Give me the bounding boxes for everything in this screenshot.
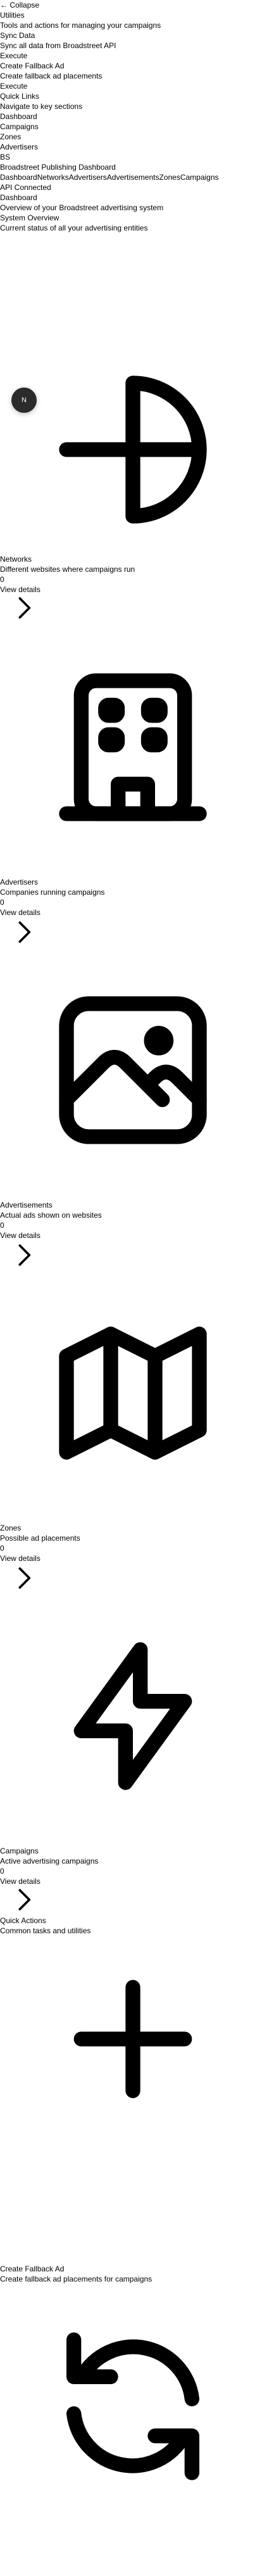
card-advertisers[interactable]: Advertisers Companies running campaigns …	[0, 877, 104, 918]
quick-links-subtitle: Navigate to key sections	[0, 102, 83, 111]
plus-icon	[44, 1950, 221, 2128]
arrow-left-icon: ←	[0, 1, 8, 9]
nav-item-advertisements[interactable]: Advertisements	[107, 173, 159, 182]
card-count: 0	[0, 898, 4, 907]
quick-action-title: Create Fallback Ad	[0, 2264, 65, 2273]
chevron-right-icon[interactable]	[11, 1565, 37, 1591]
fallback-execute-button[interactable]: Execute	[0, 81, 219, 91]
image-icon	[44, 982, 221, 1159]
quick-actions-header: Quick Actions Common tasks and utilities	[0, 1916, 90, 1936]
quick-actions-title: Quick Actions	[0, 1916, 46, 1925]
main-nav: DashboardNetworksAdvertisersAdvertisemen…	[0, 172, 219, 182]
card-title: Zones	[0, 1524, 22, 1532]
card-description: Companies running campaigns	[0, 888, 105, 897]
chevron-right-icon[interactable]	[11, 595, 37, 621]
nav-item-campaigns[interactable]: Campaigns	[180, 173, 219, 182]
view-details-link[interactable]: View details	[0, 584, 135, 595]
view-details-link[interactable]: View details	[0, 1876, 98, 1886]
quick-links-heading: Quick Links	[0, 92, 40, 101]
card-campaigns[interactable]: Campaigns Active advertising campaigns 0…	[0, 1846, 98, 1886]
view-details-link[interactable]: View details	[0, 1553, 80, 1563]
collapse-button[interactable]: ← Collapse	[0, 0, 219, 10]
building-icon	[44, 659, 221, 836]
card-description: Actual ads shown on websites	[0, 1211, 102, 1220]
card-title: Advertisers	[0, 878, 39, 887]
utilities-subtitle: Tools and actions for managing your camp…	[0, 21, 161, 30]
quick-actions-subtitle: Common tasks and utilities	[0, 1926, 91, 1935]
quick-action-description: Create fallback ad placements for campai…	[0, 2275, 153, 2283]
quick-action-fallback[interactable]: Create Fallback Ad Create fallback ad pl…	[0, 2264, 152, 2284]
view-details-link[interactable]: View details	[0, 1230, 102, 1241]
card-count: 0	[0, 1544, 4, 1553]
nav-item-zones[interactable]: Zones	[159, 173, 180, 182]
quick-link-dashboard[interactable]: Dashboard	[0, 111, 219, 122]
card-title: Advertisements	[0, 1201, 53, 1209]
card-title: Networks	[0, 555, 32, 564]
card-zones[interactable]: Zones Possible ad placements 0 View deta…	[0, 1523, 80, 1563]
card-description: Different websites where campaigns run	[0, 565, 135, 574]
overview-title: System Overview	[0, 213, 59, 222]
map-icon	[44, 1304, 221, 1482]
page-subtitle: Overview of your Broadstreet advertising…	[0, 203, 164, 212]
card-description: Possible ad placements	[0, 1534, 80, 1543]
nav-item-dashboard[interactable]: Dashboard	[0, 173, 37, 182]
avatar[interactable]: N	[11, 388, 37, 413]
quick-link-campaigns[interactable]: Campaigns	[0, 122, 219, 132]
target-icon	[44, 361, 221, 538]
chevron-right-icon[interactable]	[11, 919, 37, 945]
view-details-link[interactable]: View details	[0, 907, 104, 918]
card-description: Active advertising campaigns	[0, 1857, 99, 1866]
refresh-icon[interactable]	[44, 2318, 221, 2495]
fallback-ad-description: Create fallback ad placements	[0, 72, 103, 80]
quick-link-advertisers[interactable]: Advertisers	[0, 142, 219, 152]
card-title: Campaigns	[0, 1847, 39, 1855]
sync-execute-button[interactable]: Execute	[0, 51, 219, 61]
collapse-label: Collapse	[9, 1, 40, 9]
nav-item-advertisers[interactable]: Advertisers	[69, 173, 107, 182]
sidebar: ← Collapse Utilities Tools and actions f…	[0, 0, 219, 233]
brand-name: Broadstreet Publishing Dashboard	[0, 163, 116, 172]
api-status: API Connected	[0, 183, 51, 192]
fallback-ad-title: Create Fallback Ad	[0, 61, 65, 70]
chevron-right-icon[interactable]	[11, 1242, 37, 1268]
sync-data-description: Sync all data from Broadstreet API	[0, 41, 116, 50]
card-networks[interactable]: Networks Different websites where campai…	[0, 554, 135, 595]
card-count: 0	[0, 1221, 4, 1230]
card-advertisements[interactable]: Advertisements Actual ads shown on websi…	[0, 1200, 102, 1241]
lightning-icon	[44, 1627, 221, 1805]
chevron-right-icon[interactable]	[11, 1887, 37, 1912]
utilities-heading: Utilities	[0, 11, 25, 20]
brand-logo: BS	[0, 153, 11, 161]
sync-data-title: Sync Data	[0, 31, 35, 40]
page-title: Dashboard	[0, 193, 37, 202]
card-count: 0	[0, 575, 4, 584]
card-count: 0	[0, 1867, 4, 1876]
nav-item-networks[interactable]: Networks	[37, 173, 69, 182]
overview-subtitle: Current status of all your advertising e…	[0, 224, 148, 232]
quick-link-zones[interactable]: Zones	[0, 132, 219, 142]
